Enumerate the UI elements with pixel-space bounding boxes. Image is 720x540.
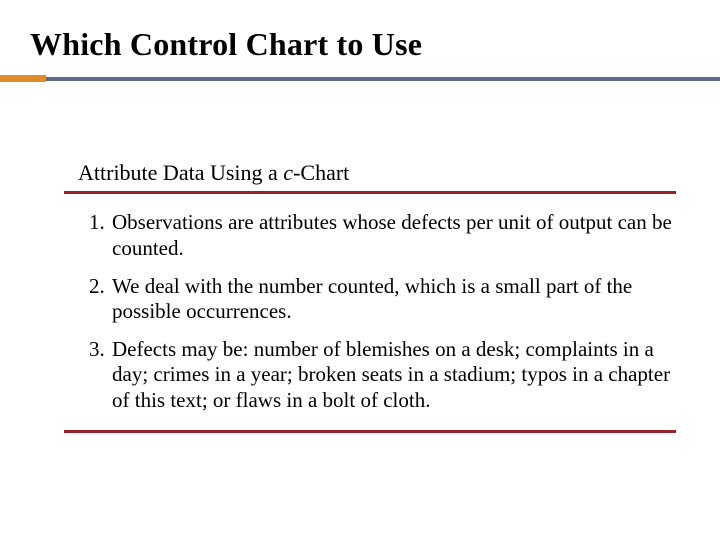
- list-item: Observations are attributes whose defect…: [110, 204, 676, 267]
- subtitle-block: Attribute Data Using a c-Chart: [64, 160, 676, 194]
- content-area: Attribute Data Using a c-Chart Observati…: [0, 82, 720, 433]
- list-item: We deal with the number counted, which i…: [110, 268, 676, 331]
- spacer: [64, 82, 676, 160]
- subtitle-post: -Chart: [293, 160, 349, 185]
- title-rule: [46, 77, 720, 81]
- subtitle-pre: Attribute Data Using a: [78, 160, 283, 185]
- subtitle: Attribute Data Using a c-Chart: [78, 160, 676, 186]
- list-item: Defects may be: number of blemishes on a…: [110, 331, 676, 420]
- slide-title: Which Control Chart to Use: [30, 26, 720, 63]
- title-area: Which Control Chart to Use: [0, 0, 720, 63]
- ordered-list: Observations are attributes whose defect…: [64, 204, 676, 419]
- list-block: Observations are attributes whose defect…: [64, 194, 676, 432]
- subtitle-italic: c: [283, 160, 293, 185]
- title-divider: [0, 75, 720, 82]
- accent-block: [0, 75, 46, 82]
